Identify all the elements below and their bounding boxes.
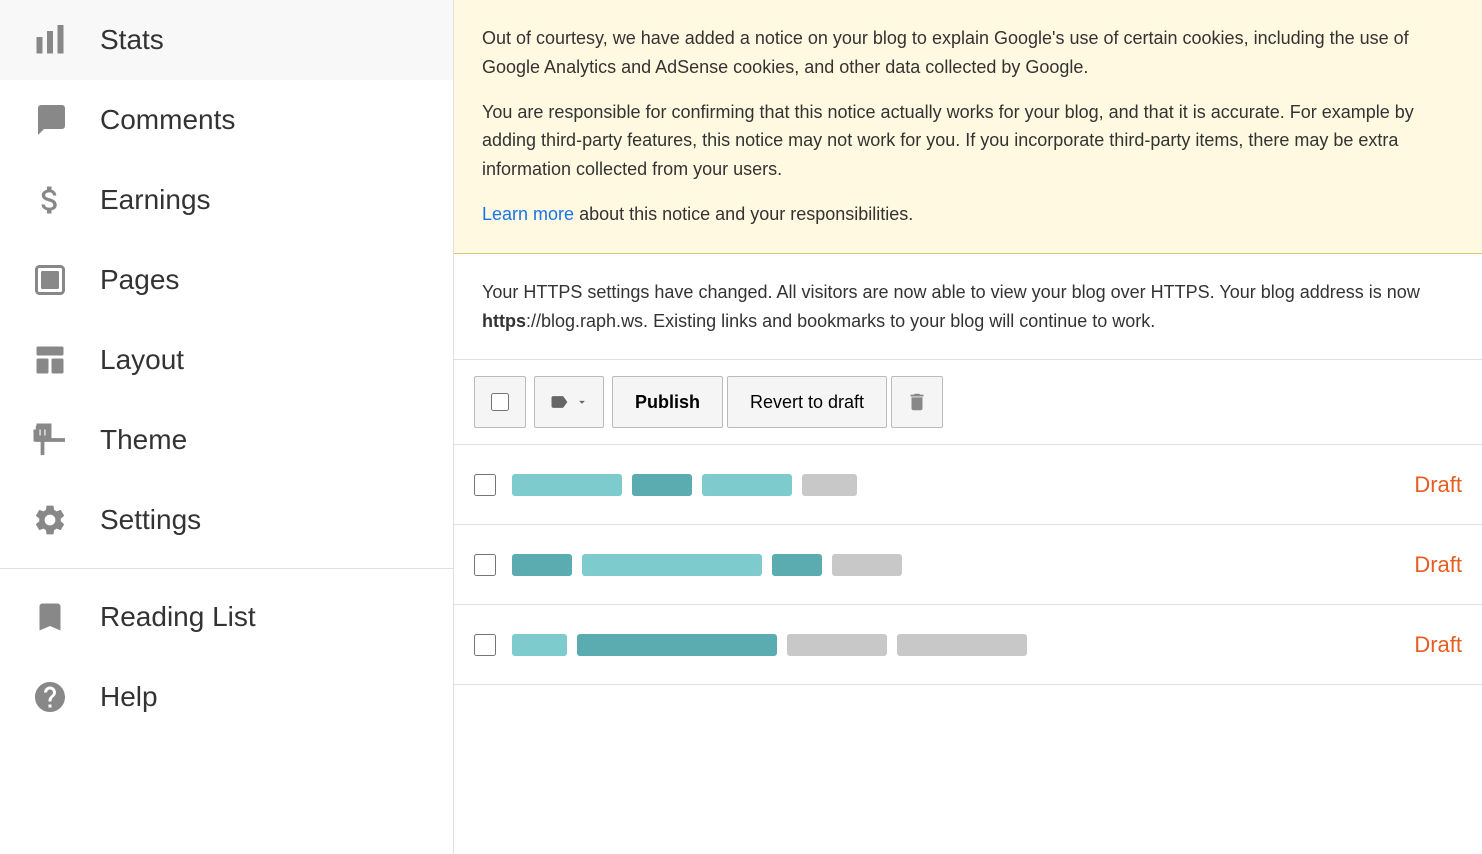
sidebar-divider — [0, 568, 453, 569]
post-status-1: Draft — [1394, 472, 1462, 498]
post-checkbox-2[interactable] — [474, 554, 496, 576]
post-date-block-3b — [897, 634, 1027, 656]
post-date-block-3a — [787, 634, 887, 656]
stats-icon — [28, 18, 72, 62]
https-notice-banner: Your HTTPS settings have changed. All vi… — [454, 254, 1482, 361]
sidebar-item-stats[interactable]: Stats — [0, 0, 453, 80]
post-title-block-2c — [772, 554, 822, 576]
main-content: Out of courtesy, we have added a notice … — [454, 0, 1482, 854]
post-title-2 — [512, 554, 1394, 576]
sidebar-item-comments[interactable]: Comments — [0, 80, 453, 160]
cookie-notice-text2: You are responsible for confirming that … — [482, 98, 1454, 184]
label-icon — [549, 392, 569, 412]
theme-icon — [28, 418, 72, 462]
sidebar: Stats Comments Earnings Pages — [0, 0, 454, 854]
pages-icon — [28, 258, 72, 302]
posts-toolbar: Publish Revert to draft — [454, 360, 1482, 445]
post-title-block-1c — [702, 474, 792, 496]
post-title-block-3a — [512, 634, 567, 656]
post-checkbox-1[interactable] — [474, 474, 496, 496]
settings-icon — [28, 498, 72, 542]
post-title-1 — [512, 474, 1394, 496]
learn-more-link[interactable]: Learn more — [482, 204, 574, 224]
revert-to-draft-button[interactable]: Revert to draft — [727, 376, 887, 428]
sidebar-item-layout[interactable]: Layout — [0, 320, 453, 400]
post-title-3 — [512, 634, 1394, 656]
cookie-notice-text1: Out of courtesy, we have added a notice … — [482, 24, 1454, 82]
cookie-notice-banner: Out of courtesy, we have added a notice … — [454, 0, 1482, 254]
post-date-block-1 — [802, 474, 857, 496]
sidebar-item-earnings[interactable]: Earnings — [0, 160, 453, 240]
comments-icon — [28, 98, 72, 142]
sidebar-item-settings[interactable]: Settings — [0, 480, 453, 560]
post-date-block-2 — [832, 554, 902, 576]
layout-icon — [28, 338, 72, 382]
sidebar-item-pages[interactable]: Pages — [0, 240, 453, 320]
post-checkbox-3[interactable] — [474, 634, 496, 656]
sidebar-item-help[interactable]: Help — [0, 657, 453, 737]
post-status-2: Draft — [1394, 552, 1462, 578]
post-title-block-2a — [512, 554, 572, 576]
delete-button[interactable] — [891, 376, 943, 428]
post-row: Draft — [454, 445, 1482, 525]
label-dropdown-arrow — [575, 395, 589, 409]
post-title-block-1b — [632, 474, 692, 496]
post-title-block-2b — [582, 554, 762, 576]
label-button[interactable] — [534, 376, 604, 428]
select-all-checkbox[interactable] — [491, 393, 509, 411]
select-all-button[interactable] — [474, 376, 526, 428]
post-row: Draft — [454, 605, 1482, 685]
trash-icon — [906, 391, 928, 413]
sidebar-item-theme[interactable]: Theme — [0, 400, 453, 480]
sidebar-item-reading-list[interactable]: Reading List — [0, 577, 453, 657]
post-row: Draft — [454, 525, 1482, 605]
publish-button[interactable]: Publish — [612, 376, 723, 428]
cookie-notice-learn-more: Learn more about this notice and your re… — [482, 200, 1454, 229]
post-title-block-1a — [512, 474, 622, 496]
post-status-3: Draft — [1394, 632, 1462, 658]
earnings-icon — [28, 178, 72, 222]
reading-list-icon — [28, 595, 72, 639]
post-title-block-3b — [577, 634, 777, 656]
help-icon — [28, 675, 72, 719]
